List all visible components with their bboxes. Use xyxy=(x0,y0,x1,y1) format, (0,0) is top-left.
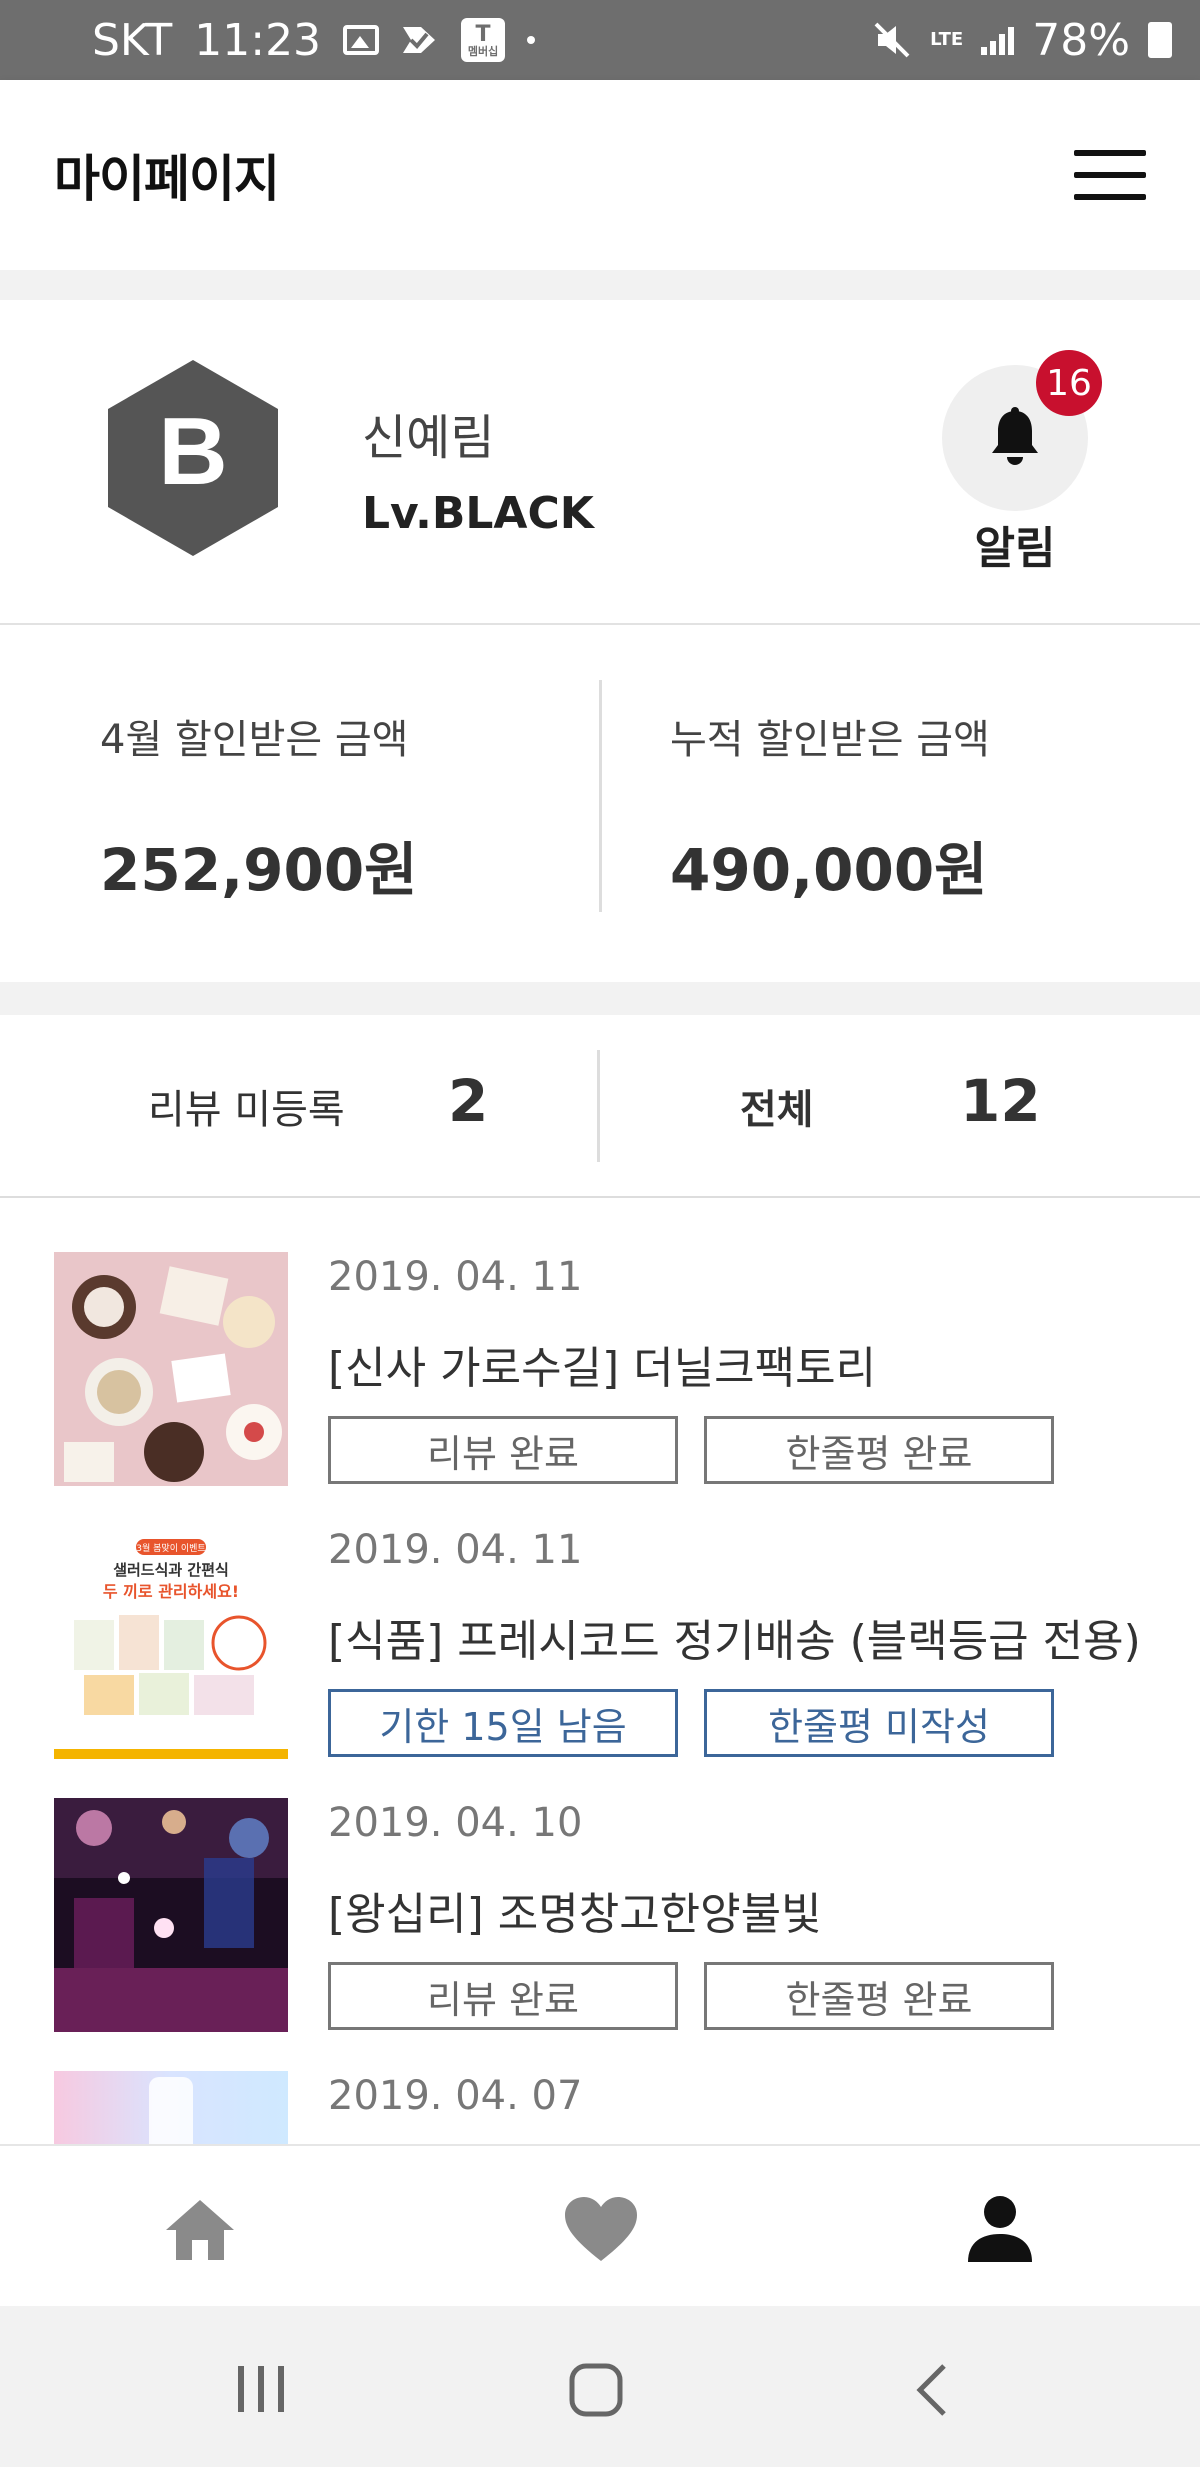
badge-letter: B xyxy=(158,398,227,505)
thumbnail-pastel xyxy=(54,2071,288,2144)
list-item[interactable]: 2019. 04. 10 [왕십리] 조명창고한양불빛 리뷰 완료 한줄평 완료 xyxy=(0,1746,1200,2032)
menu-icon[interactable] xyxy=(1074,150,1146,200)
carrier: SKT xyxy=(92,14,173,66)
signal-icon xyxy=(981,25,1015,55)
android-navigation-bar xyxy=(0,2306,1200,2467)
review-list: 2019. 04. 11 [신사 가로수길] 더닐크팩토리 리뷰 완료 한줄평 … xyxy=(0,1200,1200,2144)
monthly-savings: 4월 할인받은 금액 252,900원 xyxy=(100,707,418,907)
bell-icon xyxy=(992,407,1038,465)
item-title[interactable]: [신사 가로수길] 더닐크팩토리 xyxy=(328,1332,1148,1396)
list-item[interactable]: 2019. 04. 07 xyxy=(0,2019,1200,2144)
review-count-section: 리뷰 미등록 2 전체 12 xyxy=(0,1015,1200,1198)
pending-review-label[interactable]: 리뷰 미등록 xyxy=(148,1077,345,1135)
section-gap xyxy=(0,982,1200,1015)
item-date: 2019. 04. 10 xyxy=(328,1800,583,1846)
total-savings: 누적 할인받은 금액 490,000원 xyxy=(670,707,990,907)
user-name: 신예림 xyxy=(362,410,495,466)
monthly-savings-value: 252,900원 xyxy=(100,836,418,904)
list-item[interactable]: 3월 봄맞이 이벤트 샐러드식과 간편식 두 끼로 관리하세요! 2019. 0… xyxy=(0,1473,1200,1759)
item-date: 2019. 04. 11 xyxy=(328,1527,583,1573)
status-bar: SKT 11:23 T 멤버십 LTE 78% xyxy=(0,0,1200,80)
thumbnail-lighting-store xyxy=(54,1798,288,2032)
notification-label[interactable]: 알림 xyxy=(942,512,1088,576)
total-review-count[interactable]: 12 xyxy=(960,1067,1041,1135)
battery-icon xyxy=(1148,22,1172,58)
thumb-headline-1: 샐러드식과 간편식 xyxy=(113,1561,229,1579)
back-icon[interactable] xyxy=(912,2362,952,2418)
item-title[interactable]: [식품] 프레시코드 정기배송 (블랙등급 전용) xyxy=(328,1605,1148,1669)
section-gap xyxy=(0,270,1200,300)
nav-home-button[interactable] xyxy=(155,2184,245,2274)
app-header: 마이페이지 xyxy=(0,80,1200,270)
total-savings-value: 490,000원 xyxy=(670,836,988,904)
home-icon xyxy=(166,2200,234,2260)
monthly-savings-label: 4월 할인받은 금액 xyxy=(100,717,409,763)
heart-icon xyxy=(565,2197,637,2261)
total-savings-label: 누적 할인받은 금액 xyxy=(670,717,990,763)
page-title: 마이페이지 xyxy=(54,150,280,208)
count-divider xyxy=(597,1050,600,1162)
recent-apps-icon[interactable] xyxy=(234,2362,288,2416)
thumbnail-freshcode: 3월 봄맞이 이벤트 샐러드식과 간편식 두 끼로 관리하세요! xyxy=(54,1525,288,1759)
gallery-icon xyxy=(343,25,380,55)
nav-favorites-button[interactable] xyxy=(556,2184,646,2274)
more-dot-icon xyxy=(527,36,536,44)
bottom-navigation xyxy=(0,2144,1200,2306)
item-date: 2019. 04. 07 xyxy=(328,2073,583,2119)
total-review-label[interactable]: 전체 xyxy=(740,1077,814,1135)
clock: 11:23 xyxy=(194,14,322,66)
lte-indicator: LTE xyxy=(930,29,964,50)
thumb-headline-2: 두 끼로 관리하세요! xyxy=(103,1582,239,1601)
savings-divider xyxy=(599,680,602,912)
person-icon xyxy=(968,2196,1032,2262)
user-level: Lv.BLACK xyxy=(362,488,594,539)
battery-percent: 78% xyxy=(1032,14,1130,66)
mute-icon xyxy=(874,22,910,58)
thumbnail-cakes xyxy=(54,1252,288,1486)
tmembership-icon: T 멤버십 xyxy=(461,18,506,62)
pending-review-count[interactable]: 2 xyxy=(448,1067,488,1135)
home-button-icon[interactable] xyxy=(568,2362,624,2418)
savings-section: 4월 할인받은 금액 252,900원 누적 할인받은 금액 490,000원 xyxy=(0,627,1200,982)
nav-mypage-button[interactable] xyxy=(955,2184,1045,2274)
notification-count-badge: 16 xyxy=(1036,350,1102,416)
item-title[interactable]: [왕십리] 조명창고한양불빛 xyxy=(328,1878,1148,1942)
list-item[interactable]: 2019. 04. 11 [신사 가로수길] 더닐크팩토리 리뷰 완료 한줄평 … xyxy=(0,1200,1200,1486)
item-date: 2019. 04. 11 xyxy=(328,1254,583,1300)
level-badge-icon: B xyxy=(108,360,278,556)
thumb-badge-text: 3월 봄맞이 이벤트 xyxy=(136,1542,205,1554)
check-notification-icon xyxy=(403,27,436,53)
